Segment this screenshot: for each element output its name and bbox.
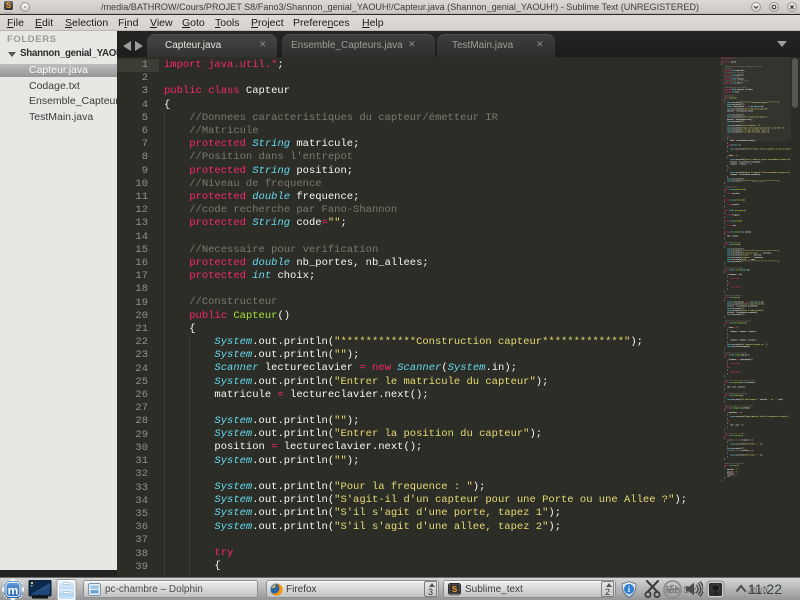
svg-text:S: S [452,585,458,594]
svg-text:m: m [8,584,19,598]
